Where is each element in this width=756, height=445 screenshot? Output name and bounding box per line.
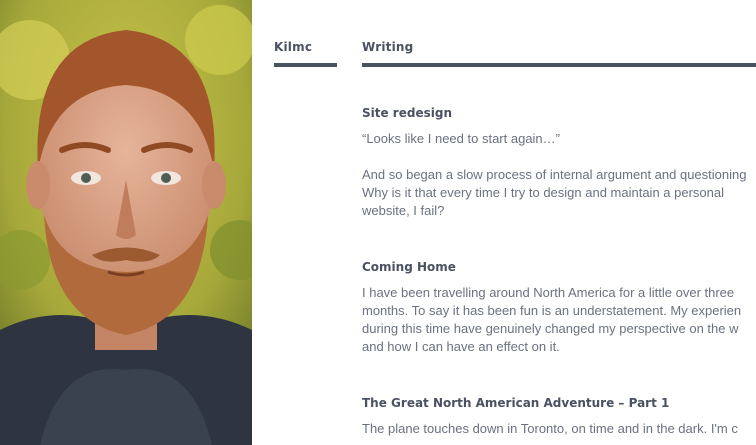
- nav-writing: Writing: [362, 40, 756, 67]
- post-item: The Great North American Adventure – Par…: [362, 394, 756, 438]
- nav-writing-underline: [362, 63, 756, 67]
- nav-home-underline: [274, 63, 337, 67]
- post-item: Site redesign “Looks like I need to star…: [362, 104, 756, 220]
- post-title-link[interactable]: Site redesign: [362, 104, 756, 122]
- profile-photo: [0, 0, 252, 445]
- post-excerpt-line: during this time have genuinely changed …: [362, 321, 739, 336]
- post-title-link[interactable]: Coming Home: [362, 258, 756, 276]
- nav-writing-link[interactable]: Writing: [362, 40, 756, 60]
- post-excerpt-line: Why is it that every time I try to desig…: [362, 185, 725, 200]
- post-excerpt-line: website, I fail?: [362, 203, 445, 218]
- nav-home: Kilmc: [274, 40, 337, 67]
- page: Kilmc Writing Site redesign “Looks like …: [0, 0, 756, 445]
- post-excerpt-line: The plane touches down in Toronto, on ti…: [362, 421, 738, 436]
- post-list: Site redesign “Looks like I need to star…: [362, 104, 756, 438]
- post-excerpt-line: “Looks like I need to start again…”: [362, 131, 560, 146]
- post-title-link[interactable]: The Great North American Adventure – Par…: [362, 394, 756, 412]
- post-excerpt-line: months. To say it has been fun is an und…: [362, 303, 742, 318]
- profile-photo-image: [0, 0, 252, 445]
- nav-home-link[interactable]: Kilmc: [274, 40, 337, 60]
- post-item: Coming Home I have been travelling aroun…: [362, 258, 756, 356]
- post-excerpt-line: and how I can have an effect on it.: [362, 339, 560, 354]
- post-excerpt-line: I have been travelling around North Amer…: [362, 285, 735, 300]
- post-excerpt-line: And so began a slow process of internal …: [362, 167, 747, 182]
